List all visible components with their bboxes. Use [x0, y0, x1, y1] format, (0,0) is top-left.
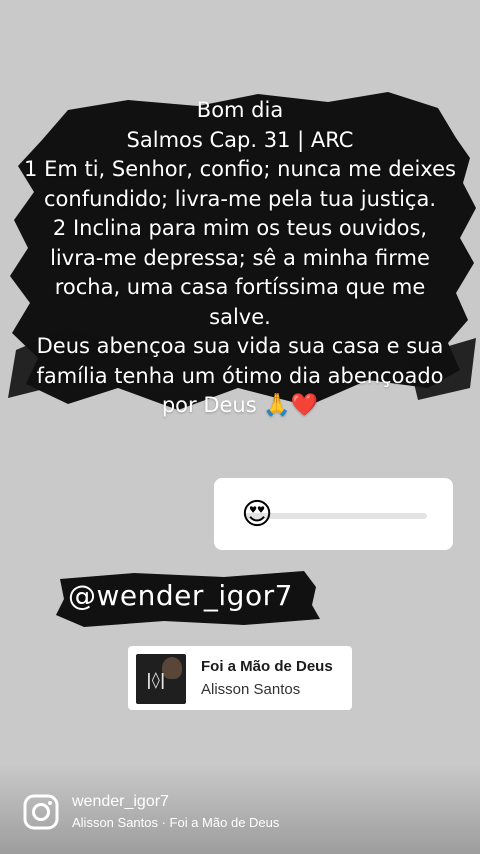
- mention-handle[interactable]: @wender_igor7: [68, 579, 293, 612]
- footer-username[interactable]: wender_igor7: [72, 793, 169, 811]
- caption-last-line: por Deus 🙏❤️: [0, 391, 480, 421]
- music-sticker[interactable]: |◊| Foi a Mão de Deus Alisson Santos: [128, 646, 352, 710]
- footer-song-info[interactable]: Alisson Santos · Foi a Mão de Deus: [72, 815, 279, 830]
- caption-line: Salmos Cap. 31 | ARC: [126, 127, 354, 152]
- caption-line: família tenha um ótimo dia abençoado: [36, 363, 444, 388]
- heart-icon: ❤️: [290, 393, 319, 418]
- song-title: Foi a Mão de Deus: [201, 658, 333, 675]
- caption-line: livra-me depressa; sê a minha firme: [50, 245, 430, 270]
- praying-hands-icon: 🙏: [263, 393, 291, 418]
- song-artist: Alisson Santos: [201, 681, 301, 698]
- story-caption: Bom dia Salmos Cap. 31 | ARC 1 Em ti, Se…: [0, 96, 480, 421]
- mention-sticker[interactable]: @wender_igor7: [54, 569, 320, 629]
- caption-line: 2 Inclina para mim os teus ouvidos,: [52, 216, 428, 240]
- instagram-icon[interactable]: [22, 793, 60, 831]
- album-cover: |◊|: [136, 654, 186, 704]
- caption-line: Bom dia: [196, 98, 284, 122]
- caption-line: 1 Em ti, Senhor, confio; nunca me deixes: [24, 157, 456, 181]
- emoji-slider-sticker[interactable]: 😍: [214, 478, 453, 550]
- caption-line: confundido; livra-me pela tua justiça.: [44, 186, 436, 211]
- caption-line: rocha, uma casa fortíssima que me: [54, 275, 426, 299]
- caption-line: salve.: [209, 304, 271, 329]
- caption-line: Deus abençoa sua vida sua casa e sua: [36, 334, 444, 358]
- caption-line: por Deus: [161, 393, 257, 417]
- heart-eyes-emoji-icon[interactable]: 😍: [239, 497, 275, 533]
